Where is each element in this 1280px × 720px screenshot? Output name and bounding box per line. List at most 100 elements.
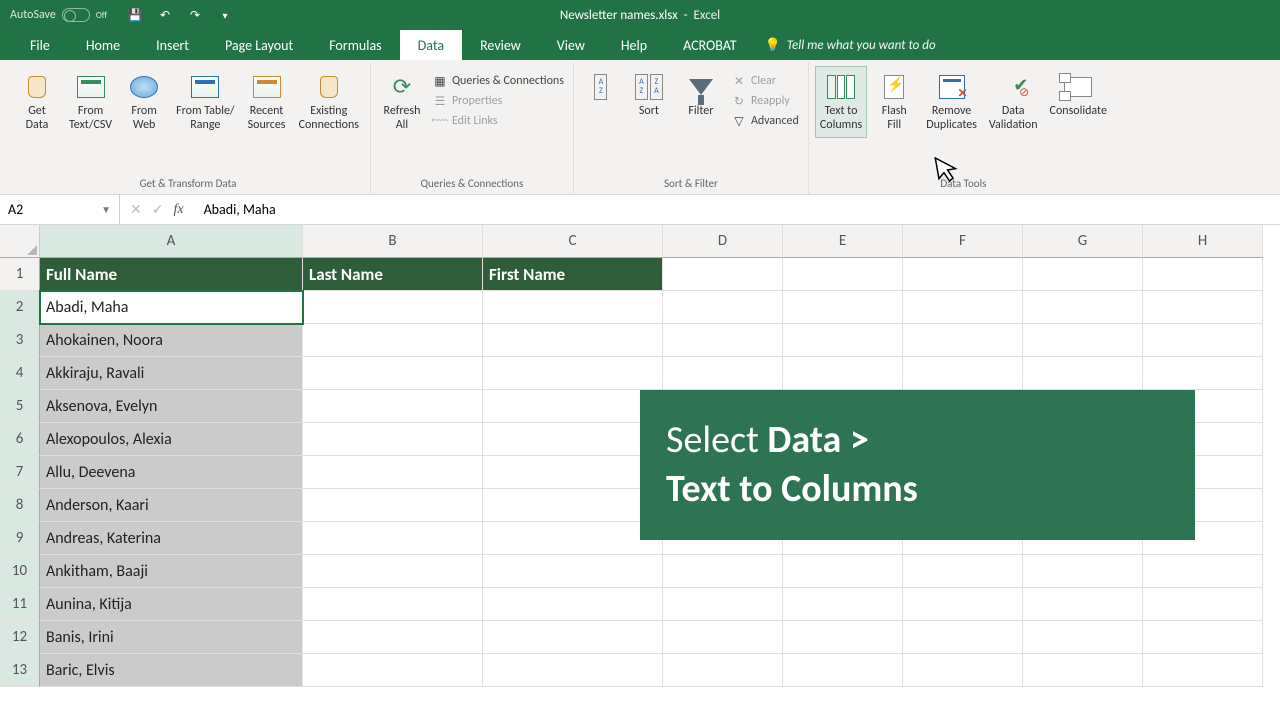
from-table-range-button[interactable]: From Table/ Range xyxy=(171,66,239,138)
cell[interactable]: Allu, Deevena xyxy=(40,456,303,489)
cell[interactable]: Andreas, Katerina xyxy=(40,522,303,555)
cell[interactable]: Banis, Irini xyxy=(40,621,303,654)
cell[interactable] xyxy=(663,555,783,588)
autosave-toggle[interactable]: AutoSave Off xyxy=(0,8,117,22)
cell[interactable] xyxy=(483,390,663,423)
clear-filter-button[interactable]: ✕Clear xyxy=(728,72,802,90)
cell[interactable] xyxy=(903,324,1023,357)
row-header[interactable]: 8 xyxy=(0,489,40,522)
cell[interactable]: Anderson, Kaari xyxy=(40,489,303,522)
cell[interactable] xyxy=(783,588,903,621)
cell[interactable] xyxy=(1143,357,1263,390)
cell[interactable] xyxy=(1143,291,1263,324)
column-header[interactable]: B xyxy=(303,225,483,258)
redo-icon[interactable]: ↷ xyxy=(187,7,203,23)
column-header[interactable]: H xyxy=(1143,225,1263,258)
edit-links-button[interactable]: ⬳Edit Links xyxy=(429,112,567,130)
row-header[interactable]: 7 xyxy=(0,456,40,489)
cell[interactable] xyxy=(1023,291,1143,324)
tab-acrobat[interactable]: ACROBAT xyxy=(665,30,755,60)
cell[interactable] xyxy=(303,324,483,357)
fx-icon[interactable]: fx xyxy=(173,202,183,218)
cell[interactable] xyxy=(483,621,663,654)
cell[interactable] xyxy=(783,324,903,357)
tab-home[interactable]: Home xyxy=(68,30,138,60)
flash-fill-button[interactable]: Flash Fill xyxy=(869,66,919,138)
row-header[interactable]: 4 xyxy=(0,357,40,390)
cell[interactable] xyxy=(303,654,483,687)
reapply-button[interactable]: ↻Reapply xyxy=(728,92,802,110)
cell[interactable] xyxy=(783,621,903,654)
cell[interactable]: Aksenova, Evelyn xyxy=(40,390,303,423)
cell[interactable] xyxy=(483,555,663,588)
cell[interactable] xyxy=(1023,555,1143,588)
enter-formula-icon[interactable]: ✓ xyxy=(152,201,164,218)
advanced-filter-button[interactable]: ▽Advanced xyxy=(728,112,802,130)
formula-input[interactable]: Abadi, Maha xyxy=(194,201,276,218)
cell[interactable]: Aunina, Kitija xyxy=(40,588,303,621)
cell[interactable] xyxy=(483,324,663,357)
cell[interactable] xyxy=(1023,324,1143,357)
table-header-cell[interactable]: Last Name xyxy=(303,258,483,291)
cell[interactable]: Abadi, Maha xyxy=(40,291,303,324)
sort-az-button[interactable]: AZ xyxy=(580,66,622,110)
row-header[interactable]: 6 xyxy=(0,423,40,456)
row-header[interactable]: 5 xyxy=(0,390,40,423)
tab-help[interactable]: Help xyxy=(603,30,665,60)
tab-page-layout[interactable]: Page Layout xyxy=(207,30,311,60)
cell[interactable] xyxy=(903,291,1023,324)
refresh-all-button[interactable]: ⟳Refresh All xyxy=(377,66,427,138)
queries-connections-button[interactable]: ▦Queries & Connections xyxy=(429,72,567,90)
get-data-button[interactable]: Get Data xyxy=(12,66,62,138)
cell[interactable] xyxy=(303,423,483,456)
cell[interactable] xyxy=(903,621,1023,654)
cell[interactable]: Ankitham, Baaji xyxy=(40,555,303,588)
cell[interactable] xyxy=(303,291,483,324)
cell[interactable] xyxy=(1143,555,1263,588)
data-validation-button[interactable]: Data Validation xyxy=(984,66,1043,138)
cell[interactable] xyxy=(483,489,663,522)
cell[interactable] xyxy=(663,258,783,291)
cell[interactable] xyxy=(783,258,903,291)
cell[interactable] xyxy=(483,423,663,456)
undo-icon[interactable]: ↶ xyxy=(157,7,173,23)
row-header[interactable]: 2 xyxy=(0,291,40,324)
cell[interactable] xyxy=(483,522,663,555)
cell[interactable] xyxy=(903,588,1023,621)
cell[interactable] xyxy=(483,588,663,621)
cell[interactable] xyxy=(303,357,483,390)
column-header[interactable]: G xyxy=(1023,225,1143,258)
tab-data[interactable]: Data xyxy=(400,30,462,60)
column-header[interactable]: F xyxy=(903,225,1023,258)
filter-button[interactable]: Filter xyxy=(676,66,726,124)
cell[interactable] xyxy=(663,588,783,621)
cell[interactable] xyxy=(483,291,663,324)
cell[interactable] xyxy=(303,555,483,588)
cell[interactable] xyxy=(303,456,483,489)
tab-view[interactable]: View xyxy=(539,30,603,60)
properties-button[interactable]: ☰Properties xyxy=(429,92,567,110)
existing-connections-button[interactable]: Existing Connections xyxy=(294,66,364,138)
column-header[interactable]: E xyxy=(783,225,903,258)
cell[interactable] xyxy=(303,522,483,555)
cell[interactable] xyxy=(483,357,663,390)
cell[interactable] xyxy=(903,258,1023,291)
cell[interactable] xyxy=(303,621,483,654)
table-header-cell[interactable]: Full Name xyxy=(40,258,303,291)
recent-sources-button[interactable]: Recent Sources xyxy=(242,66,292,138)
cell[interactable]: Ahokainen, Noora xyxy=(40,324,303,357)
cell[interactable] xyxy=(903,654,1023,687)
cell[interactable] xyxy=(663,654,783,687)
cell[interactable] xyxy=(783,291,903,324)
row-header[interactable]: 9 xyxy=(0,522,40,555)
cell[interactable] xyxy=(663,621,783,654)
row-header[interactable]: 10 xyxy=(0,555,40,588)
select-all-corner[interactable] xyxy=(0,225,40,258)
cell[interactable] xyxy=(303,489,483,522)
cell[interactable] xyxy=(783,654,903,687)
remove-duplicates-button[interactable]: Remove Duplicates xyxy=(921,66,982,138)
cell[interactable] xyxy=(1023,654,1143,687)
cell[interactable] xyxy=(1143,621,1263,654)
cell[interactable] xyxy=(663,324,783,357)
from-web-button[interactable]: From Web xyxy=(119,66,169,138)
